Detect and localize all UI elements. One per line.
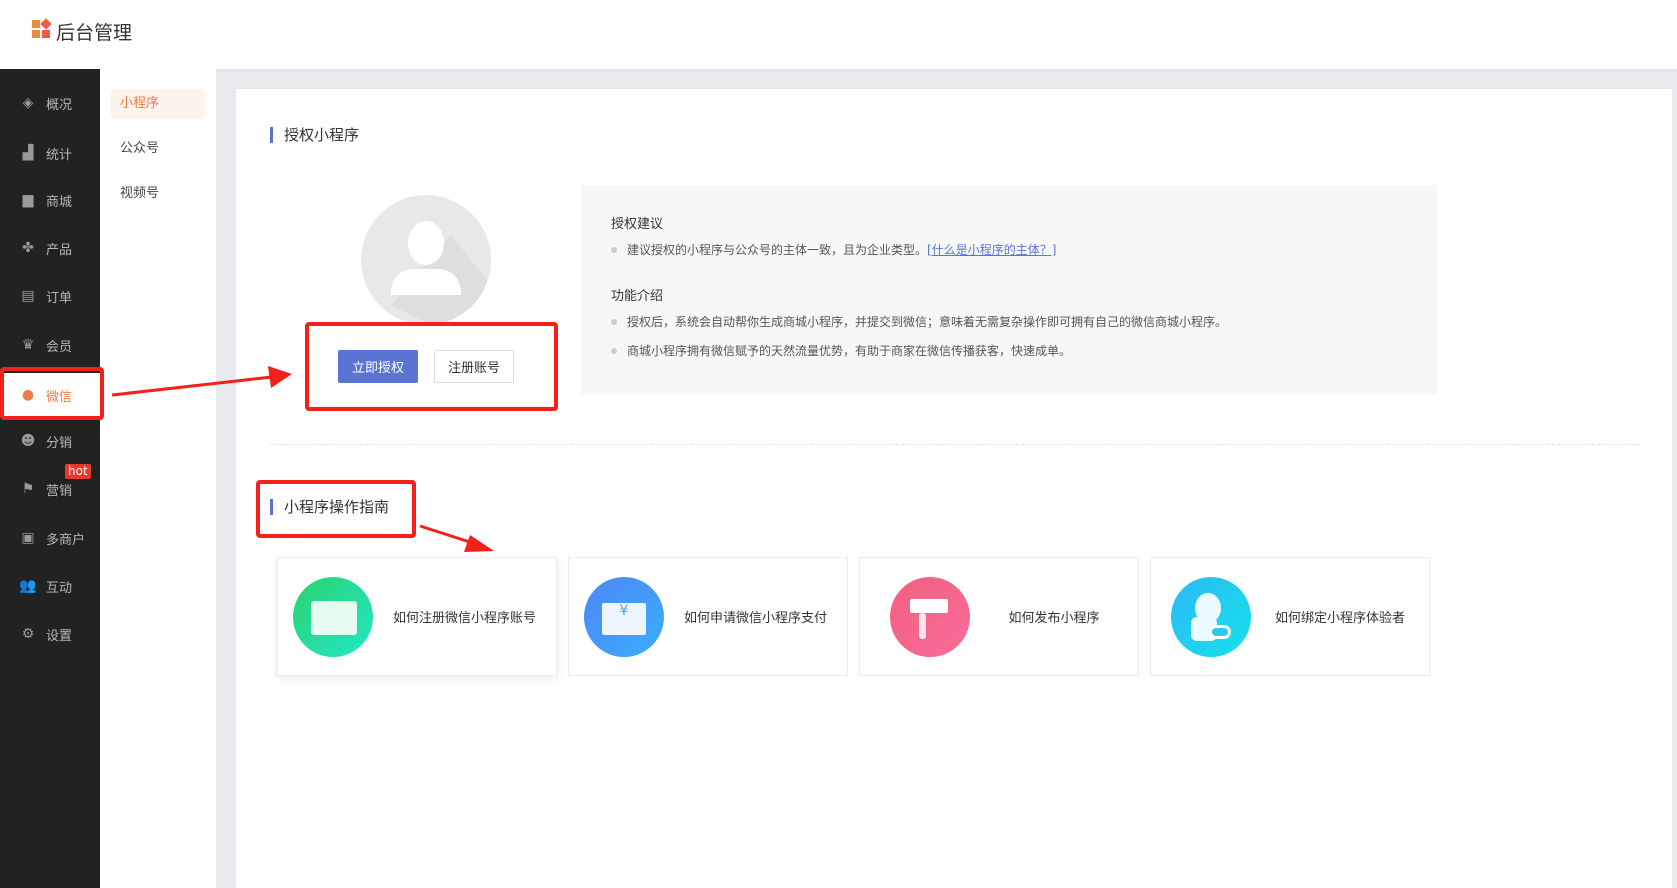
app-title: 后台管理 bbox=[56, 22, 133, 44]
nav-label: 订单 bbox=[46, 290, 73, 306]
sidebar-item-members[interactable]: ♛ 会员 bbox=[0, 325, 100, 365]
guide-card-register[interactable]: 如何注册微信小程序账号 bbox=[277, 557, 557, 676]
users-icon: ☻ bbox=[20, 433, 36, 449]
flag-icon: ⚑ bbox=[21, 481, 35, 497]
chart-icon: ▟ bbox=[22, 145, 34, 161]
sidebar-item-overview[interactable]: ◈ 概况 bbox=[0, 83, 100, 123]
nav-label: 商城 bbox=[46, 194, 73, 210]
guide-card-label: 如何绑定小程序体验者 bbox=[1274, 611, 1405, 626]
nav-label: 会员 bbox=[46, 339, 73, 355]
nav-label: 概况 bbox=[46, 97, 73, 113]
sub-sidebar: 小程序 公众号 视频号 bbox=[100, 69, 216, 888]
guide-card-label: 如何申请微信小程序支付 bbox=[683, 611, 827, 626]
sidebar-item-store[interactable]: ▆ 商城 bbox=[0, 180, 100, 220]
sidebar-item-merchants[interactable]: ▣ 多商户 bbox=[0, 518, 100, 558]
section-title-authorize: 授权小程序 bbox=[270, 125, 359, 145]
layers-icon: ◈ bbox=[22, 95, 34, 111]
register-account-button[interactable]: 注册账号 bbox=[434, 350, 514, 383]
sidebar-item-statistics[interactable]: ▟ 统计 bbox=[0, 133, 100, 173]
grid-icon: ✤ bbox=[22, 240, 34, 256]
suggest-text: 建议授权的小程序与公众号的主体一致，且为企业类型。 bbox=[627, 243, 928, 257]
info-panel: 授权建议 建议授权的小程序与公众号的主体一致，且为企业类型。[什么是小程序的主体… bbox=[581, 185, 1437, 394]
nav-label: 微信 bbox=[46, 389, 73, 405]
submenu-item-miniprogram[interactable]: 小程序 bbox=[110, 89, 205, 119]
authorize-now-button[interactable]: 立即授权 bbox=[338, 350, 418, 383]
section-title-guide: 小程序操作指南 bbox=[270, 497, 389, 517]
clipboard-icon: ▤ bbox=[21, 288, 35, 304]
sidebar-item-wechat[interactable]: ● 微信 bbox=[0, 373, 100, 417]
hot-badge: hot bbox=[65, 464, 91, 479]
user-link-icon bbox=[1171, 576, 1251, 657]
merchant-icon: ▣ bbox=[21, 530, 35, 546]
register-card-icon bbox=[293, 576, 373, 657]
guide-card-label: 如何注册微信小程序账号 bbox=[392, 611, 536, 626]
guide-card-label: 如何发布小程序 bbox=[1008, 611, 1100, 626]
wechat-icon: ● bbox=[21, 387, 35, 403]
logo-icon bbox=[32, 18, 52, 38]
suggest-title: 授权建议 bbox=[611, 217, 664, 232]
section-divider bbox=[270, 444, 1640, 445]
nav-label: 统计 bbox=[46, 147, 73, 163]
payment-envelope-icon: ¥ bbox=[584, 576, 664, 657]
nav-label: 产品 bbox=[46, 242, 73, 258]
store-icon: ▆ bbox=[22, 192, 34, 208]
nav-label: 营销 bbox=[46, 483, 73, 499]
sidebar-item-settings[interactable]: ⚙ 设置 bbox=[0, 614, 100, 654]
sidebar-item-interaction[interactable]: 👥 互动 bbox=[0, 566, 100, 606]
feature-item: 商城小程序拥有微信赋予的天然流量优势，有助于商家在微信传播获客，快速成单。 bbox=[611, 342, 1071, 359]
nav-label: 分销 bbox=[46, 435, 73, 451]
avatar-placeholder-icon bbox=[361, 195, 491, 325]
gear-icon: ⚙ bbox=[21, 626, 35, 642]
guide-card-payment[interactable]: ¥ 如何申请微信小程序支付 bbox=[568, 557, 848, 676]
sidebar-item-distribution[interactable]: ☻ 分销 bbox=[0, 421, 100, 461]
sidebar-item-products[interactable]: ✤ 产品 bbox=[0, 228, 100, 268]
suggest-item: 建议授权的小程序与公众号的主体一致，且为企业类型。[什么是小程序的主体？] bbox=[611, 241, 1056, 258]
people-icon: 👥 bbox=[19, 578, 37, 594]
nav-label: 多商户 bbox=[46, 532, 86, 548]
feature-item: 授权后，系统会自动帮你生成商城小程序，并提交到微信；意味着无需复杂操作即可拥有自… bbox=[611, 313, 1227, 330]
sidebar-item-orders[interactable]: ▤ 订单 bbox=[0, 276, 100, 316]
nav-label: 互动 bbox=[46, 580, 73, 596]
guide-card-publish[interactable]: 如何发布小程序 bbox=[859, 557, 1139, 676]
feature-title: 功能介绍 bbox=[611, 289, 664, 304]
nav-label: 设置 bbox=[46, 628, 73, 644]
signpost-icon bbox=[890, 576, 970, 657]
crown-icon: ♛ bbox=[21, 337, 35, 353]
submenu-item-channels[interactable]: 视频号 bbox=[110, 179, 205, 209]
guide-card-tester[interactable]: 如何绑定小程序体验者 bbox=[1150, 557, 1430, 676]
top-header: 后台管理 bbox=[0, 0, 1677, 69]
what-is-subject-link[interactable]: [什么是小程序的主体？] bbox=[927, 243, 1056, 257]
submenu-item-official-account[interactable]: 公众号 bbox=[110, 134, 205, 164]
